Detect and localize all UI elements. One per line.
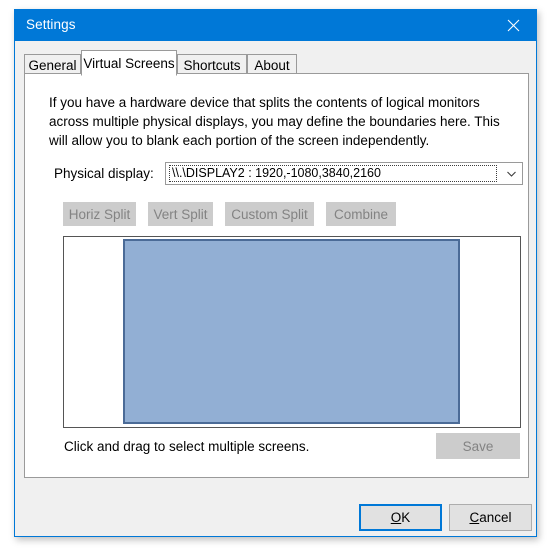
settings-dialog: Settings General Virtual Screens Shortcu… xyxy=(14,9,537,537)
button-label: Vert Split xyxy=(153,206,208,222)
ok-button[interactable]: OK xyxy=(359,504,442,531)
close-icon xyxy=(507,19,520,32)
ok-label-rest: K xyxy=(401,510,411,525)
button-label: Cancel xyxy=(469,510,511,525)
tab-virtual-screens[interactable]: Virtual Screens xyxy=(81,50,177,76)
save-button[interactable]: Save xyxy=(436,433,520,459)
chevron-down-icon[interactable] xyxy=(501,164,521,183)
window-title: Settings xyxy=(26,17,76,32)
tab-general[interactable]: General xyxy=(24,54,81,75)
panel-description: If you have a hardware device that split… xyxy=(49,95,500,148)
cancel-mnemonic: C xyxy=(469,510,480,525)
tab-label: About xyxy=(254,57,290,73)
horiz-split-button[interactable]: Horiz Split xyxy=(63,202,136,226)
tab-label: Virtual Screens xyxy=(83,55,175,71)
tab-panel-virtual-screens: If you have a hardware device that split… xyxy=(24,73,529,478)
title-bar: Settings xyxy=(15,10,536,41)
close-button[interactable] xyxy=(491,10,536,41)
physical-display-combobox[interactable]: \\.\DISPLAY2 : 1920,-1080,3840,2160 xyxy=(165,162,523,185)
physical-display-value: \\.\DISPLAY2 : 1920,-1080,3840,2160 xyxy=(169,165,497,182)
button-label: Horiz Split xyxy=(68,206,131,222)
physical-display-label: Physical display: xyxy=(54,166,154,181)
button-label: OK xyxy=(391,510,411,525)
tab-shortcuts[interactable]: Shortcuts xyxy=(177,54,247,75)
tab-label: Shortcuts xyxy=(183,57,241,73)
cancel-label-rest: ancel xyxy=(479,510,512,525)
screen-selection-rect[interactable] xyxy=(123,239,460,424)
vert-split-button[interactable]: Vert Split xyxy=(148,202,213,226)
combine-button[interactable]: Combine xyxy=(326,202,396,226)
tab-about[interactable]: About xyxy=(247,54,297,75)
cancel-button[interactable]: Cancel xyxy=(449,504,532,531)
button-label: Combine xyxy=(333,206,389,222)
virtual-screen-canvas[interactable] xyxy=(63,236,521,428)
ok-mnemonic: O xyxy=(390,510,402,525)
custom-split-button[interactable]: Custom Split xyxy=(225,202,314,226)
canvas-hint-text: Click and drag to select multiple screen… xyxy=(64,439,310,454)
tab-label: General xyxy=(28,57,77,73)
button-label: Custom Split xyxy=(231,206,308,222)
tab-strip: General Virtual Screens Shortcuts About xyxy=(24,50,529,76)
button-label: Save xyxy=(462,438,494,454)
